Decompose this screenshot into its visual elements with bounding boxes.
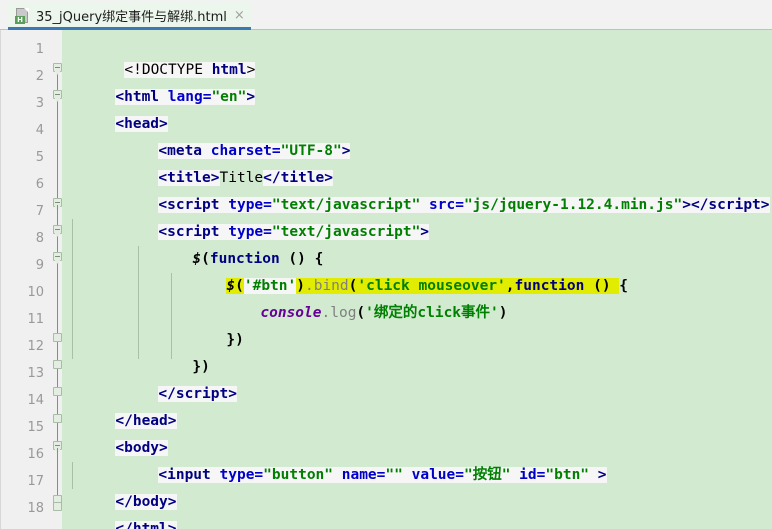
close-icon[interactable]: ×: [234, 9, 245, 22]
editor-tab[interactable]: H 35_jQuery绑定事件与解绑.html ×: [8, 1, 251, 30]
fold-end-script[interactable]: [53, 387, 62, 396]
line-number: 18: [27, 501, 44, 516]
line-number: 3: [35, 96, 44, 111]
code-line[interactable]: </script>: [63, 354, 772, 402]
line-number: 7: [35, 204, 44, 219]
fold-end-html[interactable]: [53, 502, 62, 511]
code-line[interactable]: <body>: [63, 408, 772, 456]
code-line[interactable]: <script type="text/javascript">: [63, 192, 772, 240]
line-number: 10: [27, 285, 44, 300]
fold-end-head[interactable]: [53, 414, 62, 423]
editor-tab-bar: H 35_jQuery绑定事件与解绑.html ×: [0, 0, 772, 30]
fold-end-bind[interactable]: [53, 333, 62, 342]
line-number: 6: [35, 177, 44, 192]
editor-tab-title: 35_jQuery绑定事件与解绑.html: [36, 10, 227, 25]
fold-marker-head[interactable]: [53, 90, 62, 99]
line-number: 4: [35, 123, 44, 138]
line-number: 8: [35, 231, 44, 246]
line-number: 17: [27, 474, 44, 489]
code-line[interactable]: console.log('绑定的click事件'): [63, 273, 772, 321]
html-file-icon-badge: H: [15, 15, 25, 24]
code-line[interactable]: <script type="text/javascript" src="js/j…: [63, 165, 772, 213]
html-file-icon: H: [15, 7, 30, 24]
fold-marker-html[interactable]: [53, 63, 62, 72]
code-folding-gutter[interactable]: [53, 30, 63, 529]
token: >: [167, 521, 177, 529]
line-number-gutter: 1 2 3 4 5 6 7 8 9 10 11 12 13 14 15 16 1…: [0, 30, 63, 529]
code-line-highlighted[interactable]: $('#btn').bind('click mouseover',functio…: [63, 246, 772, 294]
line-number: 14: [27, 393, 44, 408]
code-line[interactable]: $(function () {: [63, 219, 772, 267]
line-number: 5: [35, 150, 44, 165]
fold-marker-function[interactable]: [53, 225, 62, 234]
code-line[interactable]: </head>: [63, 381, 772, 429]
line-number: 9: [35, 258, 44, 273]
code-editor[interactable]: 1 2 3 4 5 6 7 8 9 10 11 12 13 14 15 16 1…: [0, 30, 772, 529]
line-number: 15: [27, 420, 44, 435]
code-line[interactable]: <title>Title</title>: [63, 138, 772, 186]
line-number: 16: [27, 447, 44, 462]
code-line[interactable]: <html lang="en">: [63, 57, 772, 105]
token: </html: [115, 521, 168, 529]
code-line[interactable]: <!DOCTYPE html>: [63, 30, 772, 78]
line-number: 12: [27, 339, 44, 354]
code-line[interactable]: }): [63, 300, 772, 348]
line-number: 13: [27, 366, 44, 381]
line-number: 2: [35, 69, 44, 84]
code-line[interactable]: <head>: [63, 84, 772, 132]
code-line[interactable]: </html>: [63, 489, 772, 529]
fold-end-function[interactable]: [53, 360, 62, 369]
line-number: 11: [27, 312, 44, 327]
fold-marker-bind[interactable]: [53, 252, 62, 261]
code-line[interactable]: }): [63, 327, 772, 375]
code-line[interactable]: </body>: [63, 462, 772, 510]
code-line[interactable]: <input type="button" name="" value="按钮" …: [63, 435, 772, 483]
code-line[interactable]: <meta charset="UTF-8">: [63, 111, 772, 159]
code-content[interactable]: <!DOCTYPE html> <html lang="en"> <head> …: [63, 30, 772, 529]
line-number: 1: [35, 42, 44, 57]
